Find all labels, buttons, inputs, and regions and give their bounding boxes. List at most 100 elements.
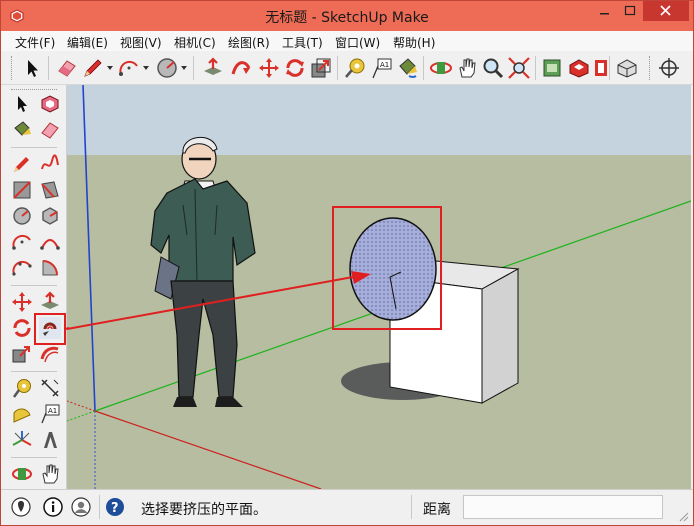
push-pull-icon[interactable] [39,291,61,313]
menu-help[interactable]: 帮助(H) [393,34,435,51]
toolbar-separator [193,56,194,80]
circle-icon[interactable] [155,56,179,80]
tool-callout-box [34,313,66,345]
rectangle-icon[interactable] [11,179,33,201]
toolbar-grip[interactable] [649,56,651,80]
pie-icon[interactable] [39,257,61,279]
toolbar-separator [11,371,57,372]
menu-draw[interactable]: 绘图(R) [228,34,270,51]
svg-text:A1: A1 [48,407,57,415]
make-component-icon[interactable] [39,93,61,115]
move-icon[interactable] [257,56,281,80]
menu-camera[interactable]: 相机(C) [174,34,216,51]
circle-icon[interactable] [11,205,33,227]
menu-edit[interactable]: 编辑(E) [67,34,108,51]
tape-measure-icon[interactable] [11,377,33,399]
resize-grip-icon [679,512,689,522]
extension-warehouse-icon[interactable] [567,56,591,80]
select-tool-icon[interactable] [11,93,33,115]
arc-icon[interactable] [11,231,33,253]
zoom-extents-icon[interactable] [507,56,531,80]
line-icon[interactable] [11,153,33,175]
toolbar-separator [535,56,536,80]
rotate-icon[interactable] [283,56,307,80]
user-avatar-icon[interactable] [71,497,91,517]
3d-text-icon[interactable] [39,429,61,451]
chevron-down-icon[interactable] [107,65,113,71]
chevron-down-icon[interactable] [181,65,187,71]
selected-circle-face[interactable] [349,217,437,321]
toolbar-separator [48,56,49,80]
protractor-icon[interactable] [11,403,33,425]
close-button[interactable] [643,1,689,21]
resize-grip[interactable] [677,510,689,522]
pencil-icon[interactable] [81,56,105,80]
orbit-icon[interactable] [11,463,33,485]
large-tool-set: A1 [1,85,67,489]
two-point-arc-icon[interactable] [39,231,61,253]
geo-location-icon[interactable] [11,497,31,517]
svg-text:?: ? [111,501,119,516]
push-pull-icon[interactable] [201,56,225,80]
window-title: 无标题 - SketchUp Make [265,10,429,26]
rotated-rectangle-icon[interactable] [39,179,61,201]
select-tool-icon[interactable] [21,56,45,80]
toolbar-separator [609,56,610,80]
sky [67,85,691,155]
maximize-button[interactable] [617,1,643,21]
dimension-icon[interactable] [39,377,61,399]
status-separator [411,495,412,519]
components-icon[interactable] [615,56,639,80]
follow-me-icon[interactable] [229,56,253,80]
tape-measure-icon[interactable] [343,56,367,80]
svg-text:A1: A1 [380,61,389,69]
three-point-arc-icon[interactable] [11,257,33,279]
toolbar-grip[interactable] [11,56,13,80]
box-side-face [481,268,519,404]
orbit-icon[interactable] [429,56,453,80]
3d-warehouse-icon[interactable] [541,56,565,80]
pan-icon[interactable] [39,463,61,485]
freehand-icon[interactable] [39,153,61,175]
pan-icon[interactable] [455,56,479,80]
drawing-viewport[interactable] [67,85,691,489]
close-icon [660,5,671,16]
scale-icon[interactable] [309,56,333,80]
minimize-button[interactable] [591,1,617,21]
scale-icon[interactable] [11,343,33,365]
paint-bucket-icon[interactable] [395,56,419,80]
menu-view[interactable]: 视图(V) [120,34,162,51]
sketchup-window: 无标题 - SketchUp Make 文件(F) 编辑(E) 视图(V) 相机… [0,0,694,526]
chevron-down-icon[interactable] [143,65,149,71]
text-icon[interactable]: A1 [369,56,393,80]
menu-file[interactable]: 文件(F) [15,34,55,51]
status-bar: ? 选择要挤压的平面。 距离 [1,489,693,525]
measurements-label: 距离 [423,502,451,518]
maximize-icon [624,5,636,16]
credits-icon[interactable] [43,497,63,517]
eraser-icon[interactable] [55,56,79,80]
measurements-input[interactable] [463,495,663,519]
help-icon[interactable]: ? [105,497,125,517]
toolbar-grip[interactable] [11,89,57,91]
toolbar-separator [337,56,338,80]
polygon-icon[interactable] [39,205,61,227]
zoom-icon[interactable] [481,56,505,80]
offset-icon[interactable] [39,343,61,365]
eraser-icon[interactable] [39,119,61,141]
title-bar[interactable]: 无标题 - SketchUp Make [1,1,693,31]
menu-window[interactable]: 窗口(W) [335,34,380,51]
layout-icon[interactable] [591,56,615,80]
arc-icon[interactable] [117,56,141,80]
paint-bucket-icon[interactable] [11,119,33,141]
move-icon[interactable] [11,291,33,313]
position-camera-icon[interactable] [657,56,681,80]
main-toolbar: A1 [1,51,693,85]
text-icon[interactable]: A1 [39,403,61,425]
toolbar-separator [11,147,57,148]
toolbar-separator [423,56,424,80]
axes-icon[interactable] [11,429,33,451]
callout-arrow-tail [65,327,69,330]
menu-tools[interactable]: 工具(T) [282,34,323,51]
rotate-icon[interactable] [11,317,33,339]
